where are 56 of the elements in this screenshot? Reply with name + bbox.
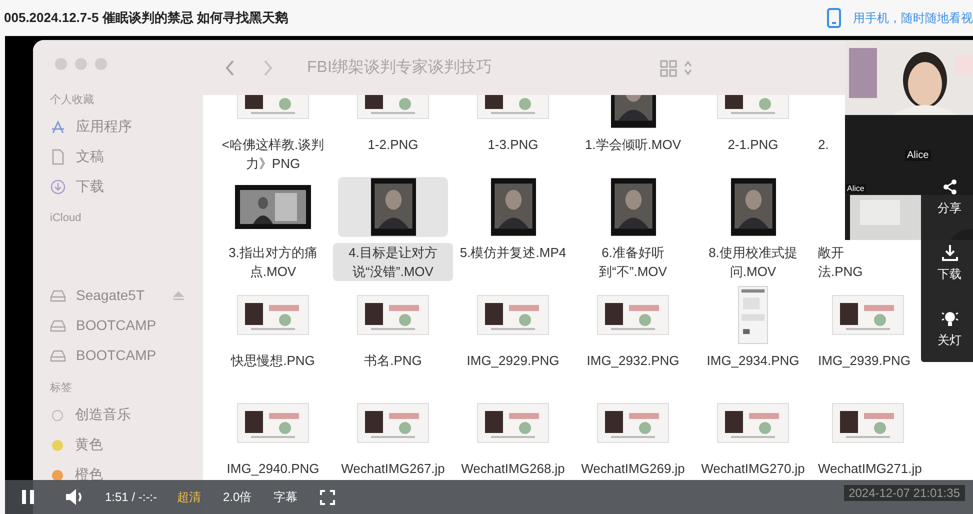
file-name[interactable]: 5.模仿并复述.MP4 bbox=[458, 243, 568, 262]
back-icon[interactable] bbox=[225, 60, 235, 76]
file-name[interactable]: WechatIMG271.jp bbox=[817, 459, 923, 478]
participant-name: Alice bbox=[845, 184, 866, 193]
file-name[interactable]: 6.准备好听到“不”.MOV bbox=[573, 243, 693, 281]
file-name[interactable]: 8.使用校准式提问.MOV bbox=[693, 243, 813, 281]
file-name[interactable]: 快思慢想.PNG bbox=[230, 351, 316, 370]
speed-button[interactable]: 2.0倍 bbox=[223, 488, 252, 506]
file-name[interactable]: 2. bbox=[817, 135, 830, 154]
recording-timestamp: 2024-12-07 21:01:35 bbox=[844, 485, 965, 501]
subtitles-button[interactable]: 字幕 bbox=[274, 488, 298, 506]
lightbulb-icon bbox=[940, 310, 958, 328]
file-name[interactable]: 1.学会倾听.MOV bbox=[584, 135, 682, 154]
file-name[interactable]: IMG_2932.PNG bbox=[586, 351, 680, 370]
video-title: 005.2024.12.7-5 催眠谈判的禁忌 如何寻找黑天鹅 bbox=[4, 9, 288, 27]
quality-button[interactable]: 超清 bbox=[177, 488, 202, 506]
file-name[interactable]: WechatIMG268.jp bbox=[460, 459, 566, 478]
file-name[interactable]: IMG_2939.PNG bbox=[817, 351, 912, 370]
sidebar-heading: iCloud bbox=[50, 212, 82, 226]
file-name[interactable]: <哈佛这样教.谈判力》PNG bbox=[213, 135, 333, 173]
playback-time: 1:51 / -:-:- bbox=[105, 490, 158, 504]
tag-dot bbox=[52, 410, 63, 420]
file-name[interactable]: 4.目标是让对方说“没错”.MOV bbox=[333, 243, 453, 281]
light-button[interactable]: 关灯 bbox=[921, 296, 973, 362]
apps-icon bbox=[50, 119, 66, 135]
eject-icon[interactable] bbox=[172, 290, 184, 300]
file-name[interactable]: WechatIMG267.jp bbox=[340, 459, 446, 478]
pause-button[interactable] bbox=[21, 489, 35, 505]
folder-title: FBI绑架谈判专家谈判技巧 bbox=[307, 58, 492, 78]
sidebar-heading: 个人收藏 bbox=[50, 92, 95, 106]
file-name[interactable]: 1-2.PNG bbox=[366, 135, 420, 154]
file-name[interactable]: 3.指出对方的痛点.MOV bbox=[213, 243, 333, 281]
file-name[interactable]: 2-1.PNG bbox=[726, 135, 780, 154]
file-name[interactable]: 敞开法.PNG bbox=[817, 243, 864, 281]
download-icon bbox=[940, 244, 958, 262]
sidebar-heading: 标签 bbox=[50, 381, 73, 394]
participant-name: Alice bbox=[905, 150, 931, 161]
fullscreen-button[interactable] bbox=[320, 490, 335, 504]
window-close-control[interactable] bbox=[55, 58, 67, 70]
share-icon bbox=[940, 178, 958, 196]
phone-icon[interactable] bbox=[827, 8, 841, 28]
file-name[interactable]: WechatIMG270.jp bbox=[700, 459, 806, 478]
document-icon bbox=[50, 149, 66, 165]
file-name[interactable]: IMG_2940.PNG bbox=[226, 459, 320, 478]
download-button[interactable]: 下载 bbox=[921, 230, 973, 296]
window-zoom-control[interactable] bbox=[95, 58, 107, 70]
forward-icon[interactable] bbox=[263, 60, 273, 76]
file-name[interactable]: 书名.PNG bbox=[363, 351, 423, 370]
file-name[interactable]: IMG_2934.PNG bbox=[706, 351, 800, 370]
window-minimize-control[interactable] bbox=[75, 58, 87, 70]
share-button[interactable]: 分享 bbox=[921, 165, 973, 231]
grid-view-icon[interactable] bbox=[660, 58, 694, 76]
download-icon bbox=[50, 179, 66, 195]
file-name[interactable]: IMG_2929.PNG bbox=[466, 351, 560, 370]
file-name[interactable]: 1-3.PNG bbox=[486, 135, 540, 154]
file-name[interactable]: WechatIMG269.jp bbox=[580, 459, 686, 478]
